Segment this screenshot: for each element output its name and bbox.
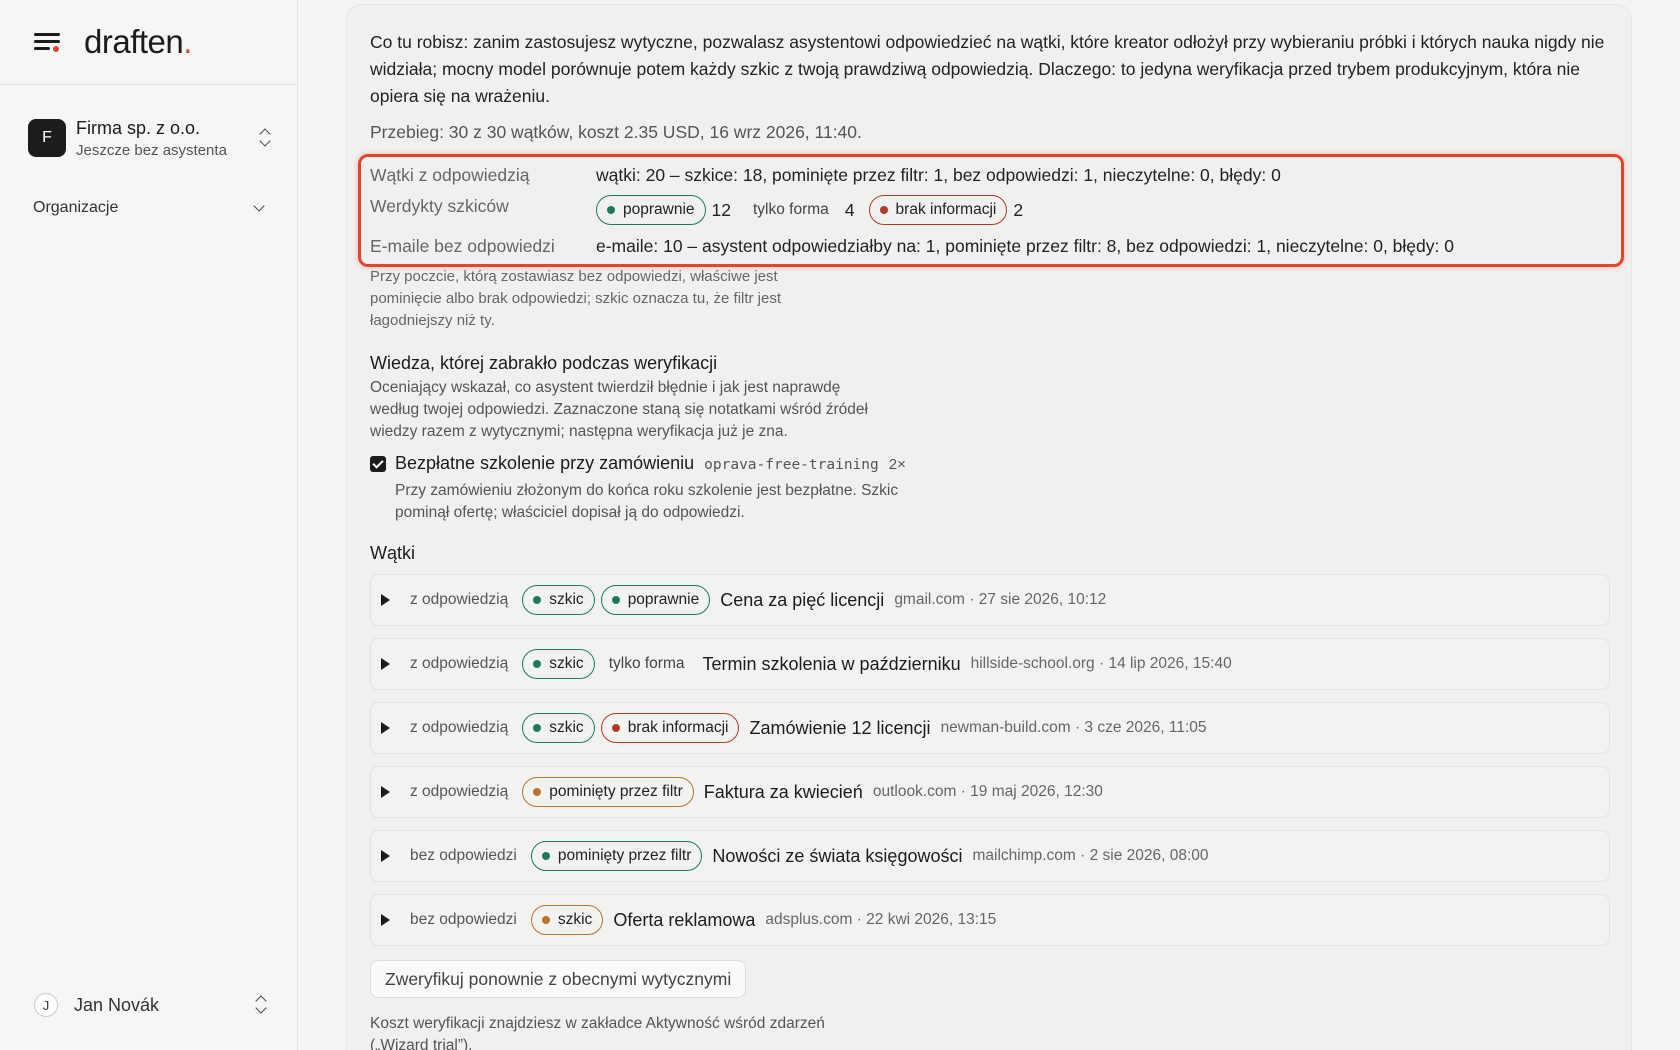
verdict-form-label: tylko forma xyxy=(753,201,829,218)
verdict-missing-badge: brak informacji xyxy=(868,195,1008,225)
verdict-missing-count: 2 xyxy=(1013,199,1024,220)
chevron-down-icon xyxy=(253,200,265,212)
thread-row[interactable]: z odpowiedzią szkic tylko forma Termin s… xyxy=(370,638,1610,690)
summary-label: E-maile bez odpowiedzi xyxy=(370,236,555,256)
main-panel: Co tu robisz: zanim zastosujesz wytyczne… xyxy=(346,4,1632,1050)
thread-meta: hillside-school.org · 14 lip 2026, 15:40 xyxy=(970,655,1232,672)
chevron-updown-icon xyxy=(254,995,268,1015)
thread-row[interactable]: z odpowiedzią pominięty przez filtr Fakt… xyxy=(370,766,1610,818)
thread-row[interactable]: bez odpowiedzi pominięty przez filtr Now… xyxy=(370,830,1610,882)
thread-subject: Cena za pięć licencji xyxy=(720,589,885,610)
app-logo[interactable]: draften. xyxy=(84,23,192,61)
thread-meta: newman-build.com · 3 cze 2026, 11:05 xyxy=(940,719,1207,736)
knowledge-item-count: 2× xyxy=(888,456,906,473)
expand-triangle-icon[interactable] xyxy=(381,914,390,926)
thread-subject: Oferta reklamowa xyxy=(613,909,756,930)
threads-title: Wątki xyxy=(370,543,415,563)
thread-row[interactable]: z odpowiedzią szkic poprawnie Cena za pi… xyxy=(370,574,1610,626)
org-avatar: F xyxy=(28,119,66,157)
thread-meta: mailchimp.com · 2 sie 2026, 08:00 xyxy=(972,847,1209,864)
knowledge-item-description: Przy zamówieniu złożonym do końca roku s… xyxy=(395,482,899,521)
verdict-badge: brak informacji xyxy=(600,713,740,743)
expand-triangle-icon[interactable] xyxy=(381,658,390,670)
summary-label: Werdykty szkiców xyxy=(370,196,509,216)
summary-value: wątki: 20 – szkice: 18, pominięte przez … xyxy=(596,165,1281,185)
thread-status: bez odpowiedzi xyxy=(410,847,517,864)
expand-triangle-icon[interactable] xyxy=(381,850,390,862)
thread-row[interactable]: bez odpowiedzi szkic Oferta reklamowa ad… xyxy=(370,894,1610,946)
draft-badge: szkic xyxy=(530,905,604,935)
verdict-badge: poprawnie xyxy=(600,585,711,615)
knowledge-checkbox[interactable] xyxy=(370,456,386,472)
verdict-form-count: 4 xyxy=(844,199,855,220)
draft-badge: szkic xyxy=(522,649,595,679)
summary-value: e-maile: 10 – asystent odpowiedziałby na… xyxy=(596,236,1454,256)
sidebar-header: draften. xyxy=(0,0,297,85)
expand-triangle-icon[interactable] xyxy=(381,786,390,798)
thread-meta: outlook.com · 19 maj 2026, 12:30 xyxy=(872,783,1103,800)
org-switcher[interactable]: F Firma sp. z o.o. Jeszcze bez asystenta xyxy=(28,113,272,163)
filtered-badge: pominięty przez filtr xyxy=(522,777,694,807)
thread-status: bez odpowiedzi xyxy=(410,911,517,928)
org-name: Firma sp. z o.o. xyxy=(76,117,201,138)
knowledge-item-code: oprava-free-training xyxy=(704,457,879,473)
thread-subject: Zamówienie 12 licencji xyxy=(749,717,931,738)
summary-row-threads: Wątki z odpowiedzią wątki: 20 – szkice: … xyxy=(370,165,1281,186)
verdict-form-label: tylko forma xyxy=(608,655,685,672)
org-subtitle: Jeszcze bez asystenta xyxy=(76,141,227,159)
thread-status: z odpowiedzią xyxy=(410,655,509,672)
thread-status: z odpowiedzią xyxy=(410,719,509,736)
chevron-updown-icon xyxy=(258,128,272,148)
draft-badge: szkic xyxy=(522,585,595,615)
user-name: Jan Novák xyxy=(74,994,160,1015)
knowledge-item-title: Bezpłatne szkolenie przy zamówieniu xyxy=(395,453,695,473)
intro-text: Co tu robisz: zanim zastosujesz wytyczne… xyxy=(370,32,1605,106)
summary-row-verdicts: Werdykty szkiców poprawnie 12 tylko form… xyxy=(370,195,1031,225)
thread-subject: Faktura za kwiecień xyxy=(703,781,863,802)
run-info: Przebieg: 30 z 30 wątków, koszt 2.35 USD… xyxy=(370,122,862,142)
reverify-button[interactable]: Zweryfikuj ponownie z obecnymi wytycznym… xyxy=(370,960,747,998)
sidebar-item-label: Organizacje xyxy=(33,199,119,216)
verdict-correct-badge: poprawnie xyxy=(596,195,706,225)
thread-status: z odpowiedzią xyxy=(410,783,509,800)
thread-meta: gmail.com · 27 sie 2026, 10:12 xyxy=(894,591,1107,608)
summary-row-emails: E-maile bez odpowiedzi e-maile: 10 – asy… xyxy=(370,236,1454,257)
knowledge-description: Oceniający wskazał, co asystent twierdzi… xyxy=(370,379,868,440)
thread-subject: Nowości ze świata księgowości xyxy=(712,845,963,866)
user-menu[interactable]: J Jan Novák xyxy=(34,993,268,1017)
expand-triangle-icon[interactable] xyxy=(381,594,390,606)
draft-badge: szkic xyxy=(522,713,595,743)
verdict-correct-count: 12 xyxy=(711,199,731,220)
thread-meta: adsplus.com · 22 kwi 2026, 13:15 xyxy=(765,911,997,928)
expand-triangle-icon[interactable] xyxy=(381,722,390,734)
filtered-badge: pominięty przez filtr xyxy=(530,841,703,871)
avatar: J xyxy=(34,993,58,1017)
menu-icon[interactable] xyxy=(34,31,60,53)
thread-subject: Termin szkolenia w październiku xyxy=(702,653,961,674)
summary-label: Wątki z odpowiedzią xyxy=(370,165,530,185)
sidebar: draften. F Firma sp. z o.o. Jeszcze bez … xyxy=(0,0,298,1050)
knowledge-title: Wiedza, której zabrakło podczas weryfika… xyxy=(370,353,718,373)
sidebar-item-organizations[interactable]: Organizacje xyxy=(33,199,267,217)
thread-row[interactable]: z odpowiedzią szkic brak informacji Zamó… xyxy=(370,702,1610,754)
cost-note: Koszt weryfikacji znajdziesz w zakładce … xyxy=(370,1015,825,1050)
filter-note: Przy poczcie, którą zostawiasz bez odpow… xyxy=(370,268,782,329)
thread-status: z odpowiedzią xyxy=(410,591,509,608)
